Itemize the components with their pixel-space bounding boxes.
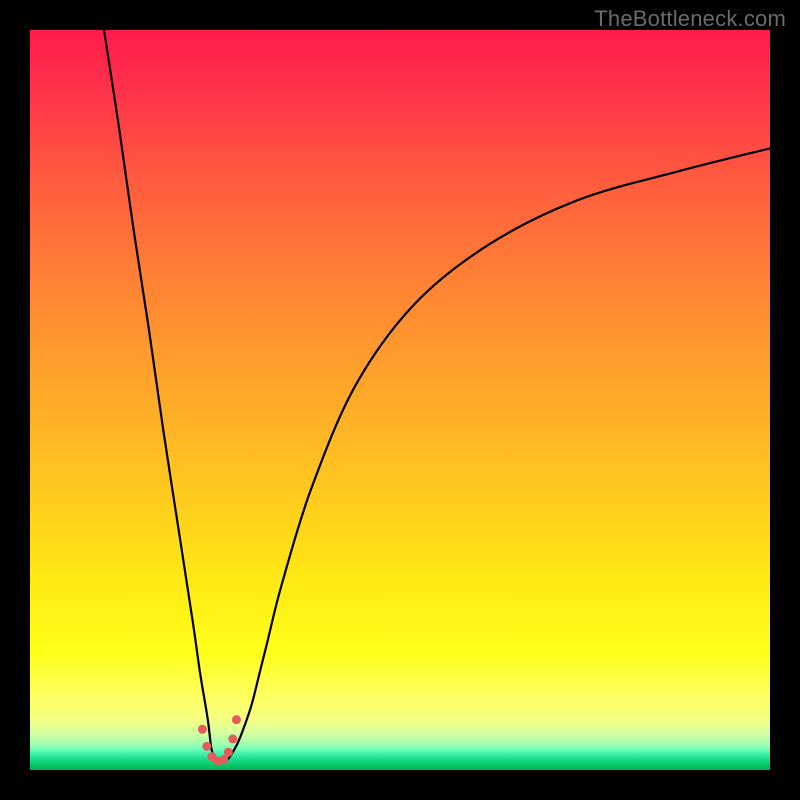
bottleneck-curve-line [104, 30, 770, 763]
data-point [202, 742, 211, 751]
bottleneck-chart-svg [30, 30, 770, 770]
data-point [198, 725, 207, 734]
data-point [224, 748, 233, 757]
data-point [232, 715, 241, 724]
data-point [228, 734, 237, 743]
curve-group [104, 30, 770, 763]
watermark-text: TheBottleneck.com [594, 6, 786, 32]
markers-group [198, 715, 241, 765]
chart-frame: TheBottleneck.com [0, 0, 800, 800]
plot-area [30, 30, 770, 770]
